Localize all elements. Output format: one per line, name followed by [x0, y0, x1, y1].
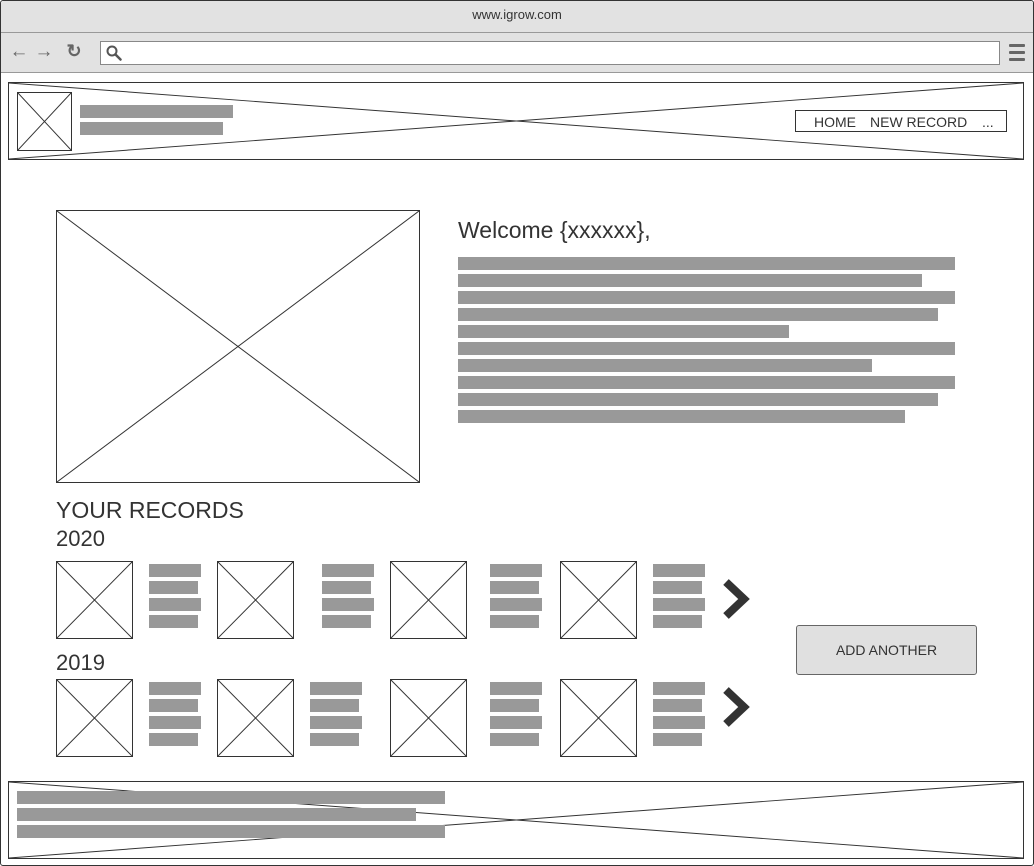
- site-title-line: [80, 105, 233, 118]
- nav-new-record[interactable]: NEW RECORD: [870, 114, 967, 130]
- record-info-line: [149, 733, 198, 746]
- chevron-right-icon[interactable]: [719, 684, 753, 730]
- browser-title-bar: www.igrow.com: [1, 1, 1033, 33]
- nav-more[interactable]: ...: [982, 114, 994, 130]
- search-icon: [106, 45, 122, 61]
- footer-text-line: [17, 808, 416, 821]
- year-label-2019: 2019: [56, 650, 105, 675]
- record-info-line: [653, 682, 705, 695]
- address-bar[interactable]: [100, 41, 1000, 65]
- record-info-line: [490, 615, 539, 628]
- record-thumbnail[interactable]: [560, 679, 637, 757]
- record-info-line: [149, 716, 201, 729]
- window-title: www.igrow.com: [472, 7, 562, 22]
- browser-window: www.igrow.com ← → ↻ HOME NEW RECORD ... …: [0, 0, 1034, 866]
- site-subtitle-line: [80, 122, 223, 135]
- record-info-line: [310, 716, 362, 729]
- record-info-line: [149, 564, 201, 577]
- record-info-line: [322, 581, 371, 594]
- logo-image[interactable]: [17, 92, 72, 151]
- record-info-line: [653, 598, 705, 611]
- record-thumbnail[interactable]: [560, 561, 637, 639]
- record-info-line: [490, 682, 542, 695]
- welcome-heading: Welcome {xxxxxx},: [458, 217, 651, 243]
- hero-image: [56, 210, 420, 483]
- record-thumbnail[interactable]: [56, 561, 133, 639]
- add-another-button[interactable]: ADD ANOTHER: [796, 625, 977, 675]
- records-heading: YOUR RECORDS: [56, 497, 244, 523]
- record-info-line: [149, 615, 198, 628]
- record-info-line: [653, 733, 702, 746]
- record-info-line: [490, 716, 542, 729]
- top-nav: HOME NEW RECORD ...: [795, 110, 1007, 132]
- footer-text-line: [17, 791, 445, 804]
- year-label-2020: 2020: [56, 526, 105, 551]
- footer-text-line: [17, 825, 445, 838]
- hamburger-menu-icon[interactable]: [1009, 44, 1025, 61]
- browser-toolbar: ← → ↻: [1, 33, 1033, 73]
- record-thumbnail[interactable]: [390, 561, 467, 639]
- record-info-line: [149, 581, 198, 594]
- record-info-line: [310, 733, 359, 746]
- record-info-line: [653, 716, 705, 729]
- record-info-line: [149, 598, 201, 611]
- record-thumbnail[interactable]: [217, 561, 294, 639]
- record-info-line: [653, 581, 702, 594]
- record-info-line: [322, 564, 374, 577]
- record-thumbnail[interactable]: [390, 679, 467, 757]
- record-info-line: [310, 699, 359, 712]
- record-info-line: [490, 598, 542, 611]
- record-info-line: [653, 564, 705, 577]
- reload-icon[interactable]: ↻: [63, 40, 85, 62]
- record-info-line: [149, 682, 201, 695]
- record-info-line: [322, 598, 374, 611]
- record-info-line: [490, 564, 542, 577]
- record-info-line: [490, 581, 539, 594]
- record-info-line: [490, 733, 539, 746]
- record-info-line: [322, 615, 371, 628]
- record-thumbnail[interactable]: [217, 679, 294, 757]
- forward-arrow-icon[interactable]: →: [33, 40, 55, 62]
- record-info-line: [490, 699, 539, 712]
- nav-home[interactable]: HOME: [814, 114, 856, 130]
- chevron-right-icon[interactable]: [719, 576, 753, 622]
- record-info-line: [653, 699, 702, 712]
- record-info-line: [310, 682, 362, 695]
- record-thumbnail[interactable]: [56, 679, 133, 757]
- back-arrow-icon[interactable]: ←: [8, 40, 30, 62]
- record-info-line: [149, 699, 198, 712]
- record-info-line: [653, 615, 702, 628]
